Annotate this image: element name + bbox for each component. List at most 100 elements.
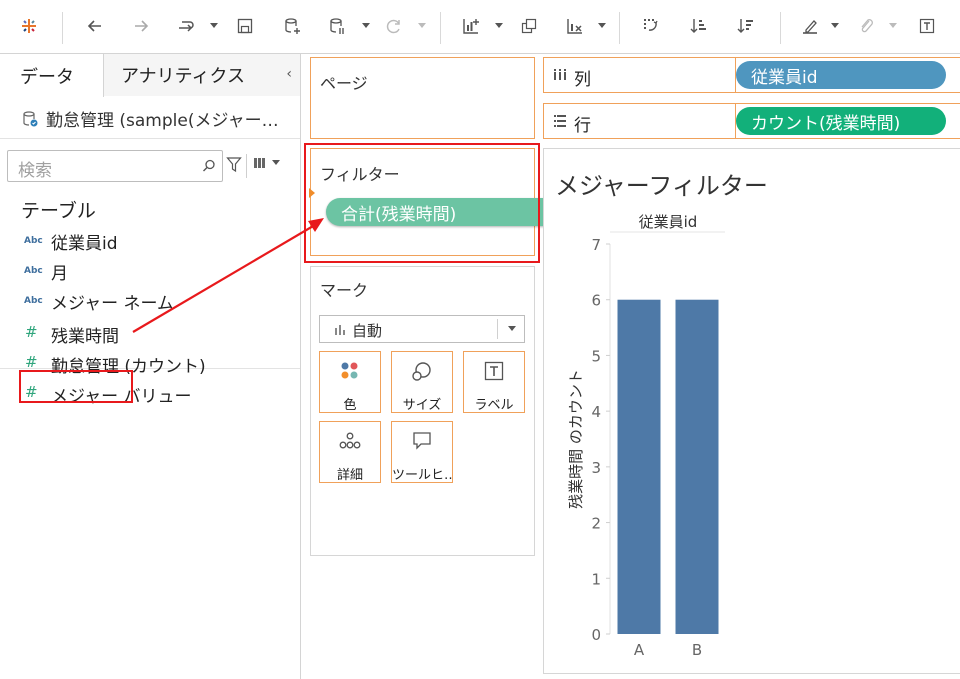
tab-data[interactable]: データ (0, 54, 104, 97)
refresh-dropdown-icon[interactable] (418, 22, 426, 30)
new-sheet-icon[interactable] (458, 13, 484, 39)
bar-chart-icon (335, 325, 345, 335)
search-input[interactable]: 検索 (7, 150, 223, 182)
label-icon (484, 361, 504, 381)
column-header: 従業員id (639, 213, 698, 231)
sort-descending-icon[interactable] (733, 13, 759, 39)
size-label: サイズ (402, 398, 442, 413)
annotate-dropdown-icon[interactable] (889, 22, 897, 30)
undo-icon[interactable] (82, 13, 108, 39)
y-tick-label: 2 (591, 515, 601, 533)
columns-label: 列 (574, 70, 591, 90)
redo-icon[interactable] (128, 13, 154, 39)
replay-icon[interactable] (173, 13, 199, 39)
data-pane-tabs: データ アナリティクス ‹ (0, 54, 300, 97)
tooltip-icon (413, 432, 431, 450)
rows-icon (554, 115, 566, 127)
view-options-icon[interactable] (254, 158, 280, 168)
label-label: ラベル (474, 398, 514, 413)
bar (675, 299, 719, 634)
search-icon[interactable] (202, 159, 216, 173)
y-tick-label: 4 (591, 403, 601, 421)
clear-sheet-icon[interactable] (562, 13, 588, 39)
y-tick-label: 7 (591, 236, 601, 254)
duplicate-sheet-icon[interactable] (516, 13, 542, 39)
new-datasource-icon[interactable] (279, 13, 305, 39)
string-type-icon: Abc (24, 296, 43, 306)
new-sheet-dropdown-icon[interactable] (495, 22, 503, 30)
sheet-title: メジャーフィルター (555, 172, 768, 200)
collapse-pane-icon[interactable]: ‹ (286, 66, 292, 82)
size-icon (412, 362, 431, 381)
tooltip-button[interactable]: ツールヒ… (391, 421, 453, 483)
detail-button[interactable]: 詳細 (319, 421, 381, 483)
y-tick-label: 0 (591, 626, 601, 644)
divider (0, 138, 300, 139)
x-tick-label: A (634, 641, 645, 659)
label-button[interactable]: ラベル (463, 351, 525, 413)
columns-icon (554, 69, 566, 80)
refresh-icon[interactable] (381, 13, 407, 39)
field-label: 従業員id (51, 234, 118, 254)
number-type-icon: # (25, 323, 38, 341)
datasource-item[interactable]: 勤怠管理 (sample(メジャー… (22, 106, 279, 131)
sort-ascending-icon[interactable] (686, 13, 712, 39)
tooltip-label: ツールヒ… (392, 468, 452, 483)
y-tick-label: 5 (591, 347, 601, 365)
detail-label: 詳細 (336, 468, 363, 483)
field-dimension[interactable]: Abc 月 (0, 257, 300, 285)
field-label: メジャー ネーム (51, 294, 175, 314)
field-label: 残業時間 (51, 327, 119, 347)
color-button[interactable]: 色 (319, 351, 381, 413)
pause-dropdown-icon[interactable] (362, 22, 370, 30)
highlight-box (19, 370, 133, 403)
field-measure[interactable]: # 残業時間 (0, 320, 300, 348)
rows-pill[interactable]: カウント(残業時間) (736, 107, 946, 135)
rows-label: 行 (574, 116, 591, 136)
y-tick-label: 1 (591, 570, 601, 588)
annotate-icon[interactable] (853, 13, 879, 39)
y-tick-label: 3 (591, 459, 601, 477)
field-dimension[interactable]: Abc メジャー ネーム (0, 287, 300, 315)
divider (497, 319, 498, 339)
tab-analytics[interactable]: アナリティクス (105, 54, 280, 96)
bar (617, 299, 661, 634)
save-icon[interactable] (232, 13, 258, 39)
x-tick-label: B (692, 641, 702, 659)
marks-title: マーク (320, 281, 369, 300)
text-icon[interactable] (914, 13, 940, 39)
chevron-down-icon (508, 326, 516, 331)
highlight-icon[interactable] (797, 13, 823, 39)
pages-shelf[interactable]: ページ (310, 57, 535, 139)
divider (246, 154, 247, 178)
color-icon (341, 362, 358, 379)
data-pane: データ アナリティクス ‹ 勤怠管理 (sample(メジャー… 検索 テーブル… (0, 54, 301, 679)
filter-icon[interactable] (226, 156, 242, 174)
pause-updates-icon[interactable] (324, 13, 350, 39)
string-type-icon: Abc (24, 236, 43, 246)
field-label: 月 (51, 264, 68, 284)
size-button[interactable]: サイズ (391, 351, 453, 413)
string-type-icon: Abc (24, 266, 43, 276)
datasource-icon (23, 110, 38, 126)
search-placeholder: 検索 (18, 161, 52, 181)
pages-title: ページ (320, 74, 368, 93)
bar-chart: 従業員id 0 1 2 3 4 5 6 7 残業時間 のカウント A B (567, 213, 725, 659)
mark-type-select[interactable]: 自動 (319, 315, 525, 343)
clear-dropdown-icon[interactable] (598, 22, 606, 30)
toolbar (0, 0, 960, 54)
columns-pill[interactable]: 従業員id (736, 61, 946, 89)
color-label: 色 (343, 398, 357, 413)
mark-type-label: 自動 (352, 322, 383, 340)
tableau-logo-icon[interactable] (16, 13, 42, 39)
y-axis-label: 残業時間 のカウント (567, 369, 585, 509)
field-dimension[interactable]: Abc 従業員id (0, 227, 300, 255)
y-tick-label: 6 (591, 292, 601, 310)
datasource-name: 勤怠管理 (sample(メジャー… (46, 111, 279, 131)
tables-heading: テーブル (21, 200, 96, 222)
highlight-dropdown-icon[interactable] (831, 22, 839, 30)
highlight-box (304, 143, 540, 263)
swap-icon[interactable] (638, 13, 664, 39)
replay-dropdown-icon[interactable] (210, 22, 218, 30)
number-type-icon: # (25, 353, 38, 371)
